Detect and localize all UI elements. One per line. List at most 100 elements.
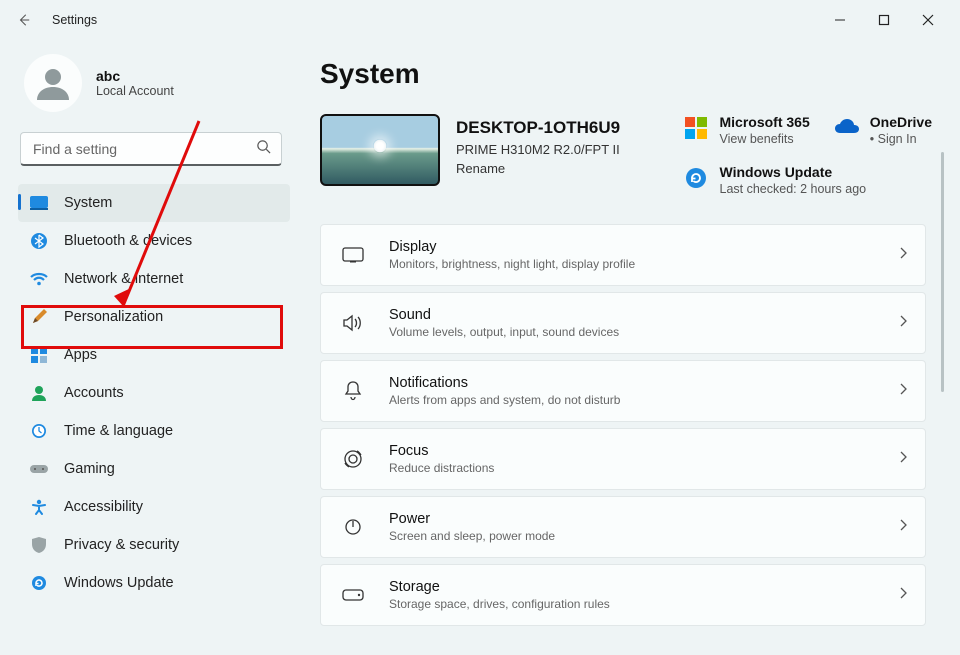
page-title: System	[320, 58, 948, 90]
onedrive-icon	[832, 114, 860, 142]
display-icon	[339, 241, 367, 269]
chevron-right-icon	[899, 382, 907, 400]
avatar	[24, 54, 82, 112]
focus-icon	[339, 445, 367, 473]
maximize-icon	[878, 14, 890, 26]
back-arrow-icon	[17, 13, 31, 27]
clock-icon	[28, 420, 50, 442]
nav-label: Windows Update	[64, 575, 174, 591]
titlebar: Settings	[0, 0, 960, 40]
search-input[interactable]	[31, 140, 256, 158]
nav-label: Privacy & security	[64, 537, 179, 553]
sidebar-item-accessibility[interactable]: Accessibility	[18, 488, 290, 526]
onedrive-link[interactable]: OneDrive Sign In	[832, 114, 932, 146]
card-sound[interactable]: Sound Volume levels, output, input, sound…	[320, 292, 926, 354]
m365-link[interactable]: Microsoft 365 View benefits	[682, 114, 810, 146]
bluetooth-icon	[28, 230, 50, 252]
sidebar-item-accounts[interactable]: Accounts	[18, 374, 290, 412]
window-title: Settings	[52, 13, 97, 27]
card-power[interactable]: Power Screen and sleep, power mode	[320, 496, 926, 558]
bell-icon	[339, 377, 367, 405]
m365-sub: View benefits	[720, 132, 810, 146]
sidebar-item-personalization[interactable]: Personalization	[18, 298, 290, 336]
account-name: abc	[96, 68, 174, 84]
card-storage[interactable]: StorageStorage space, drives, configurat…	[320, 564, 926, 626]
card-notifications[interactable]: NotificationsAlerts from apps and system…	[320, 360, 926, 422]
minimize-icon	[834, 14, 846, 26]
windows-update-link[interactable]: Windows Update Last checked: 2 hours ago	[682, 164, 911, 196]
nav-list: System Bluetooth & devices Network & int…	[18, 184, 302, 602]
accessibility-icon	[28, 496, 50, 518]
rename-link[interactable]: Rename	[456, 161, 620, 176]
person-icon	[33, 63, 73, 103]
apps-icon	[28, 344, 50, 366]
sound-icon	[339, 309, 367, 337]
m365-title: Microsoft 365	[720, 114, 810, 130]
nav-label: System	[64, 195, 112, 211]
device-name: DESKTOP-1OTH6U9	[456, 118, 620, 138]
minimize-button[interactable]	[818, 6, 862, 34]
nav-label: Accessibility	[64, 499, 143, 515]
shield-icon	[28, 534, 50, 556]
card-focus[interactable]: Focus Reduce distractions	[320, 428, 926, 490]
sidebar-item-network[interactable]: Network & internet	[18, 260, 290, 298]
close-button[interactable]	[906, 6, 950, 34]
scrollbar[interactable]	[941, 152, 944, 392]
chevron-right-icon	[899, 518, 907, 536]
card-sub: Screen and sleep, power mode	[389, 529, 899, 543]
wu-sub: Last checked: 2 hours ago	[720, 182, 867, 196]
sidebar-item-time[interactable]: Time & language	[18, 412, 290, 450]
nav-label: Network & internet	[64, 271, 183, 287]
card-sub: Monitors, brightness, night light, displ…	[389, 257, 899, 271]
sidebar-item-gaming[interactable]: Gaming	[18, 450, 290, 488]
update-icon	[28, 572, 50, 594]
card-title: Focus	[389, 443, 899, 459]
search-box[interactable]	[20, 132, 282, 166]
settings-card-list: Display Monitors, brightness, night light…	[320, 224, 948, 626]
card-title: Sound	[389, 307, 899, 323]
card-sub: Alerts from apps and system, do not dist…	[389, 393, 899, 407]
microsoft-365-icon	[682, 114, 710, 142]
sidebar: abc Local Account System Bluetooth & dev…	[12, 40, 302, 647]
device-card: DESKTOP-1OTH6U9 PRIME H310M2 R2.0/FPT II…	[320, 114, 620, 196]
card-display[interactable]: Display Monitors, brightness, night light…	[320, 224, 926, 286]
account-subtitle: Local Account	[96, 84, 174, 98]
account-block[interactable]: abc Local Account	[18, 54, 302, 112]
nav-label: Personalization	[64, 309, 163, 325]
nav-label: Accounts	[64, 385, 124, 401]
power-icon	[339, 513, 367, 541]
card-title: Display	[389, 239, 899, 255]
chevron-right-icon	[899, 450, 907, 468]
sidebar-item-apps[interactable]: Apps	[18, 336, 290, 374]
desktop-wallpaper-thumb[interactable]	[320, 114, 440, 186]
card-title: Storage	[389, 579, 899, 595]
sidebar-item-system[interactable]: System	[18, 184, 290, 222]
close-icon	[922, 14, 934, 26]
card-sub: Volume levels, output, input, sound devi…	[389, 325, 899, 339]
wu-title: Windows Update	[720, 164, 867, 180]
nav-label: Time & language	[64, 423, 173, 439]
search-icon	[256, 139, 271, 159]
storage-icon	[339, 581, 367, 609]
chevron-right-icon	[899, 586, 907, 604]
chevron-right-icon	[899, 314, 907, 332]
back-button[interactable]	[10, 6, 38, 34]
card-sub: Reduce distractions	[389, 461, 899, 475]
card-title: Power	[389, 511, 899, 527]
onedrive-sub: Sign In	[870, 132, 932, 146]
sidebar-item-privacy[interactable]: Privacy & security	[18, 526, 290, 564]
onedrive-title: OneDrive	[870, 114, 932, 130]
display-icon	[28, 192, 50, 214]
account-icon	[28, 382, 50, 404]
sidebar-item-bluetooth[interactable]: Bluetooth & devices	[18, 222, 290, 260]
device-model: PRIME H310M2 R2.0/FPT II	[456, 142, 620, 157]
windows-update-icon	[682, 164, 710, 192]
nav-label: Apps	[64, 347, 97, 363]
paintbrush-icon	[28, 306, 50, 328]
maximize-button[interactable]	[862, 6, 906, 34]
sidebar-item-update[interactable]: Windows Update	[18, 564, 290, 602]
content-area: System DESKTOP-1OTH6U9 PRIME H310M2 R2.0…	[302, 40, 948, 647]
nav-label: Bluetooth & devices	[64, 233, 192, 249]
chevron-right-icon	[899, 246, 907, 264]
nav-label: Gaming	[64, 461, 115, 477]
